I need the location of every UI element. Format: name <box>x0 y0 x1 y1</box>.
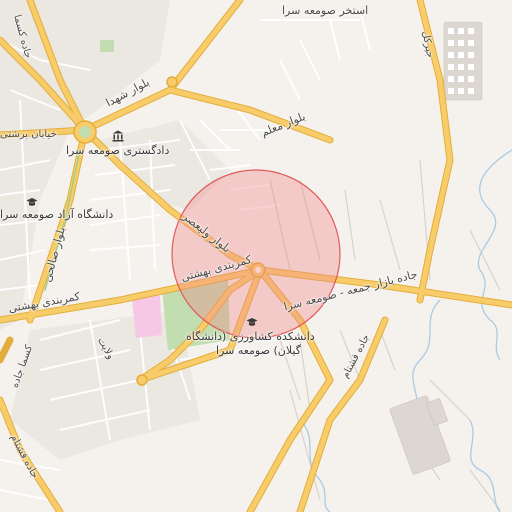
label-agriculture-faculty-line2[interactable]: گیلان) صومعه سرا <box>216 344 301 357</box>
map-canvas[interactable]: استخر صومعه سرا بلوار شهدا بلوار معلم خی… <box>0 0 512 512</box>
campus-pink-area <box>132 295 162 338</box>
label-agriculture-faculty-line1[interactable]: دانشکده کشاورزی (دانشگاه <box>186 330 315 343</box>
graduation-cap-icon[interactable] <box>246 316 258 328</box>
label-street-north: خیابان برشتی <box>0 129 57 140</box>
roundabout-north <box>73 120 97 144</box>
bank-icon[interactable] <box>112 130 124 142</box>
map-base-layer <box>0 0 512 512</box>
label-court[interactable]: دادگستری صومعه سرا <box>66 144 169 157</box>
roundabout-south <box>136 374 148 386</box>
label-azad-university[interactable]: دانشگاه آزاد صومعه سرا <box>0 208 113 221</box>
graduation-cap-icon[interactable] <box>26 196 38 208</box>
search-radius-circle <box>171 169 341 339</box>
field-left <box>100 40 114 52</box>
label-pool[interactable]: استخر صومعه سرا <box>282 4 368 17</box>
roundabout-east <box>166 76 178 88</box>
